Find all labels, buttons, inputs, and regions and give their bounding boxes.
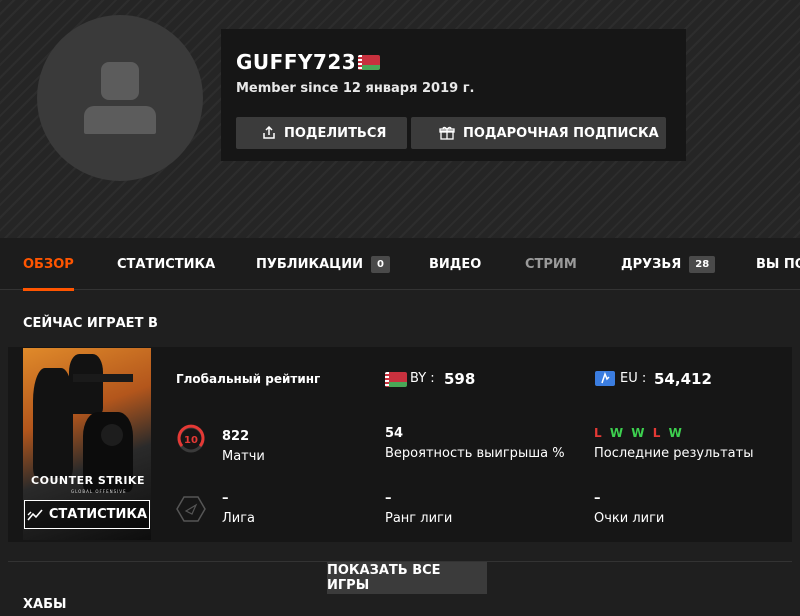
show-all-games-button[interactable]: ПОКАЗАТЬ ВСЕ ИГРЫ xyxy=(327,562,487,594)
game-stats-button[interactable]: СТАТИСТИКА xyxy=(24,500,150,529)
league-points-value: – xyxy=(594,491,601,506)
region-by-code: BY xyxy=(410,371,427,386)
eu-region-icon xyxy=(595,371,615,386)
game-logo: COUNTER STRIKE xyxy=(31,474,145,487)
skill-level-badge: 10 xyxy=(176,424,206,454)
friends-count-badge: 28 xyxy=(689,255,716,273)
now-playing-title: СЕЙЧАС ИГРАЕТ В xyxy=(23,316,158,331)
tab-statistics[interactable]: СТАТИСТИКА xyxy=(117,238,215,290)
region-eu-rank: 54,412 xyxy=(654,370,712,388)
league-value: – xyxy=(222,491,229,506)
profile-header: GUFFY723 Member since 12 января 2019 г. … xyxy=(0,0,800,238)
svg-text:10: 10 xyxy=(184,435,198,446)
profile-nav: ОБЗОР СТАТИСТИКА ПУБЛИКАЦИИ 0 ВИДЕО СТРИ… xyxy=(0,238,800,291)
global-rating-label: Глобальный рейтинг xyxy=(176,372,321,386)
member-since: Member since 12 января 2019 г. xyxy=(236,81,475,96)
share-icon xyxy=(263,126,275,139)
game-card: COUNTER STRIKE GLOBAL OFFENSIVE СТАТИСТИ… xyxy=(8,347,792,542)
matches-label: Матчи xyxy=(222,449,265,464)
league-rank-label: Ранг лиги xyxy=(385,511,453,526)
league-icon xyxy=(176,496,206,522)
region-by-rank: 598 xyxy=(444,370,476,388)
tab-publications[interactable]: ПУБЛИКАЦИИ 0 xyxy=(256,238,390,290)
league-label: Лига xyxy=(222,511,256,526)
tab-more[interactable]: ВЫ ПО xyxy=(756,238,800,290)
trend-icon xyxy=(27,508,43,521)
tab-video[interactable]: ВИДЕО xyxy=(429,238,481,290)
belarus-flag-icon xyxy=(385,372,407,387)
username: GUFFY723 xyxy=(236,50,380,74)
matches-value: 822 xyxy=(222,429,250,444)
avatar xyxy=(37,15,203,181)
game-cover[interactable]: COUNTER STRIKE GLOBAL OFFENSIVE СТАТИСТИ… xyxy=(23,348,151,540)
win-rate-label: Вероятность выигрыша % xyxy=(385,446,565,461)
belarus-flag-icon xyxy=(358,55,380,70)
league-points-label: Очки лиги xyxy=(594,511,665,526)
tab-overview[interactable]: ОБЗОР xyxy=(23,238,74,291)
region-eu-code: EU xyxy=(620,371,638,386)
gift-subscription-button[interactable]: ПОДАРОЧНАЯ ПОДПИСКА xyxy=(411,117,666,149)
profile-card: GUFFY723 Member since 12 января 2019 г. … xyxy=(221,29,686,161)
tab-stream[interactable]: СТРИМ xyxy=(525,238,577,290)
hubs-title: ХАБЫ xyxy=(23,597,67,612)
share-button[interactable]: ПОДЕЛИТЬСЯ xyxy=(236,117,407,149)
tab-friends[interactable]: ДРУЗЬЯ 28 xyxy=(621,238,716,290)
recent-results: L W W L W xyxy=(594,426,684,440)
league-rank-value: – xyxy=(385,491,392,506)
recent-results-label: Последние результаты xyxy=(594,446,754,461)
publications-count-badge: 0 xyxy=(371,255,390,273)
gift-icon xyxy=(439,126,455,140)
win-rate-value: 54 xyxy=(385,426,404,441)
